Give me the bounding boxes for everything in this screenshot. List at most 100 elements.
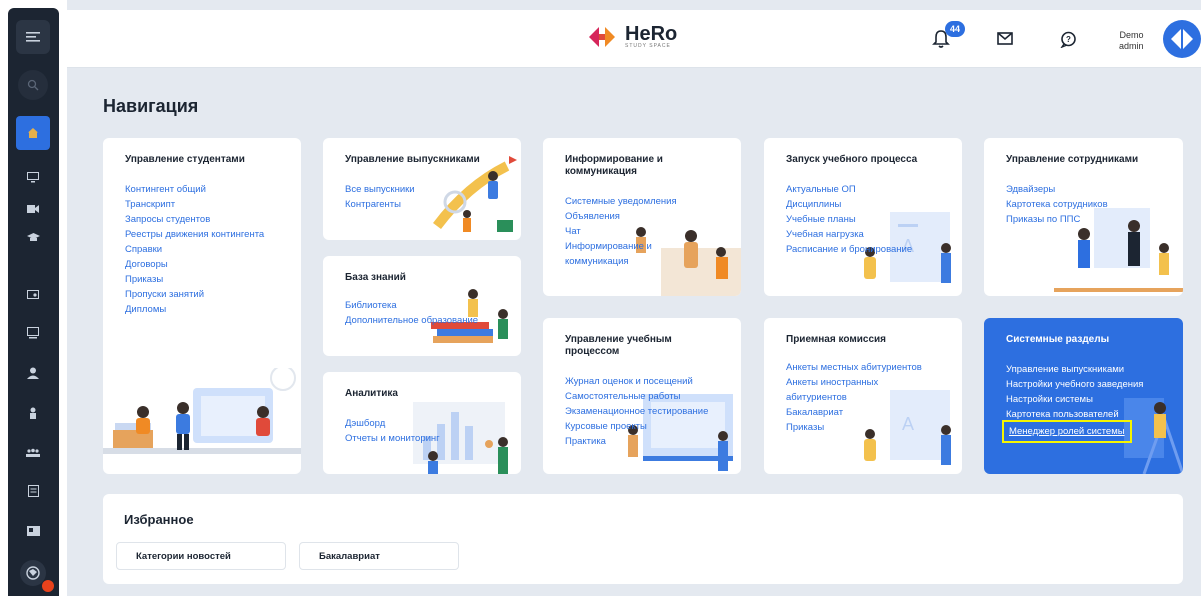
link-contracts[interactable]: Договоры bbox=[125, 257, 264, 272]
card-communication: Информирование и коммуникация Системные … bbox=[543, 138, 741, 296]
sidebar-item-certificates[interactable] bbox=[24, 288, 42, 302]
link-transcript[interactable]: Транскрипт bbox=[125, 197, 264, 212]
link-diplomas[interactable]: Дипломы bbox=[125, 302, 264, 317]
link-counterparties[interactable]: Контрагенты bbox=[345, 197, 415, 212]
app-logo[interactable]: HeRo STUDY SPACE bbox=[585, 24, 677, 49]
link-system-notifications[interactable]: Системные уведомления bbox=[565, 194, 677, 209]
sidebar-item-documents[interactable] bbox=[24, 484, 42, 498]
link-informing[interactable]: Информирование и bbox=[565, 239, 677, 254]
card-title: Информирование и коммуникация bbox=[565, 154, 663, 177]
card-analytics: Аналитика Дэшборд Отчеты и мониторинг bbox=[323, 372, 521, 474]
link-admission-orders[interactable]: Приказы bbox=[786, 420, 922, 435]
link-chat[interactable]: Чат bbox=[565, 224, 677, 239]
link-independent-work[interactable]: Самостоятельные работы bbox=[565, 389, 708, 404]
help-chat-icon: ? bbox=[1059, 31, 1076, 48]
link-user-files[interactable]: Картотека пользователей bbox=[1006, 407, 1143, 422]
link-graduates-management[interactable]: Управление выпускниками bbox=[1006, 362, 1143, 377]
card-students: Управление студентами Контингент общий Т… bbox=[103, 138, 301, 474]
menu-toggle-button[interactable] bbox=[16, 20, 50, 54]
card-process-management: Управление учебным процессом Журнал оцен… bbox=[543, 318, 741, 474]
link-absences[interactable]: Пропуски занятий bbox=[125, 287, 264, 302]
link-local-applicants[interactable]: Анкеты местных абитуриентов bbox=[786, 360, 922, 375]
link-foreign-applicants[interactable]: Анкеты иностранных bbox=[786, 375, 922, 390]
link-additional-education[interactable]: Дополнительное образование bbox=[345, 313, 478, 328]
students-illustration bbox=[103, 368, 301, 454]
link-contingent[interactable]: Контингент общий bbox=[125, 182, 264, 197]
link-advisors[interactable]: Эдвайзеры bbox=[1006, 182, 1108, 197]
sidebar-item-presentation[interactable] bbox=[24, 326, 42, 340]
link-applicants[interactable]: абитуриентов bbox=[786, 390, 922, 405]
favorite-item[interactable]: Категории новостей bbox=[116, 542, 286, 570]
sidebar-search-button[interactable] bbox=[18, 70, 48, 100]
card-title: Запуск учебного процесса bbox=[786, 154, 918, 165]
link-staff-files[interactable]: Картотека сотрудников bbox=[1006, 197, 1108, 212]
link-contingent-registers[interactable]: Реестры движения контингента bbox=[125, 227, 264, 242]
card-links: Эдвайзеры Картотека сотрудников Приказы … bbox=[1006, 182, 1108, 227]
graduation-cap-icon bbox=[26, 233, 40, 241]
support-button[interactable]: ? bbox=[1057, 28, 1079, 50]
hero-logo-icon bbox=[589, 27, 615, 47]
card-title: Управление студентами bbox=[125, 154, 245, 165]
search-icon bbox=[27, 79, 39, 91]
link-reports[interactable]: Отчеты и мониторинг bbox=[345, 431, 440, 446]
favorites-title: Избранное bbox=[124, 512, 194, 527]
favorite-item[interactable]: Бакалавриат bbox=[299, 542, 459, 570]
sidebar-item-video[interactable] bbox=[24, 202, 42, 216]
graduates-illustration bbox=[433, 156, 517, 232]
favorites-panel: Избранное Категории новостей Бакалавриат bbox=[103, 494, 1183, 584]
sidebar-item-group[interactable] bbox=[24, 446, 42, 460]
video-icon bbox=[27, 205, 39, 213]
link-current-programs[interactable]: Актуальные ОП bbox=[786, 182, 912, 197]
sidebar-item-home[interactable] bbox=[16, 116, 50, 150]
link-student-requests[interactable]: Запросы студентов bbox=[125, 212, 264, 227]
link-teaching-load[interactable]: Учебная нагрузка bbox=[786, 227, 912, 242]
card-title: База знаний bbox=[345, 272, 406, 283]
link-role-manager[interactable]: Менеджер ролей системы bbox=[1002, 420, 1132, 443]
link-staff-orders[interactable]: Приказы по ППС bbox=[1006, 212, 1108, 227]
home-icon bbox=[28, 128, 38, 138]
link-communication[interactable]: коммуникация bbox=[565, 254, 677, 269]
sidebar-item-education[interactable] bbox=[24, 230, 42, 244]
messages-button[interactable] bbox=[994, 28, 1016, 50]
user-icon bbox=[27, 367, 39, 379]
group-icon bbox=[26, 448, 40, 457]
link-library[interactable]: Библиотека bbox=[345, 298, 478, 313]
link-all-graduates[interactable]: Все выпускники bbox=[345, 182, 415, 197]
link-disciplines[interactable]: Дисциплины bbox=[786, 197, 912, 212]
card-links: Дэшборд Отчеты и мониторинг bbox=[345, 416, 440, 446]
card-title: Приемная комиссия bbox=[786, 334, 886, 345]
presentation-icon bbox=[27, 327, 39, 339]
link-course-projects[interactable]: Курсовые проекты bbox=[565, 419, 708, 434]
link-orders[interactable]: Приказы bbox=[125, 272, 264, 287]
sidebar-item-id-card[interactable] bbox=[24, 524, 42, 538]
link-announcements[interactable]: Объявления bbox=[565, 209, 677, 224]
card-staff: Управление сотрудниками Эдвайзеры Картот… bbox=[984, 138, 1183, 296]
link-certificates[interactable]: Справки bbox=[125, 242, 264, 257]
card-system-sections: Системные разделы Управление выпускникам… bbox=[984, 318, 1183, 474]
card-title: Управление учебным процессом bbox=[565, 334, 672, 357]
link-institution-settings[interactable]: Настройки учебного заведения bbox=[1006, 377, 1143, 392]
user-name: Demo bbox=[1119, 30, 1144, 40]
sidebar-item-monitor[interactable] bbox=[24, 170, 42, 184]
main-content: HeRo STUDY SPACE 44 ? Demo admin Навигац… bbox=[67, 0, 1201, 596]
link-schedule-booking[interactable]: Расписание и бронирование bbox=[786, 242, 912, 257]
user-avatar[interactable] bbox=[1163, 20, 1201, 58]
card-graduates: Управление выпускниками Все выпускники К… bbox=[323, 138, 521, 240]
user-role: admin bbox=[1119, 41, 1144, 51]
link-gradebook[interactable]: Журнал оценок и посещений bbox=[565, 374, 708, 389]
link-bachelor[interactable]: Бакалавриат bbox=[786, 405, 922, 420]
sidebar-item-person[interactable] bbox=[24, 406, 42, 420]
notifications-badge: 44 bbox=[945, 21, 965, 37]
sidebar-panel bbox=[8, 8, 59, 596]
user-info[interactable]: Demo admin bbox=[1119, 30, 1144, 52]
card-title: Управление сотрудниками bbox=[1006, 154, 1139, 165]
document-icon bbox=[27, 485, 39, 497]
link-practice[interactable]: Практика bbox=[565, 434, 708, 449]
link-system-settings[interactable]: Настройки системы bbox=[1006, 392, 1143, 407]
link-dashboard[interactable]: Дэшборд bbox=[345, 416, 440, 431]
link-curricula[interactable]: Учебные планы bbox=[786, 212, 912, 227]
link-exam-testing[interactable]: Экзаменационное тестирование bbox=[565, 404, 708, 419]
person-icon bbox=[30, 407, 36, 419]
sidebar-item-user[interactable] bbox=[24, 366, 42, 380]
svg-text:?: ? bbox=[1066, 35, 1071, 44]
